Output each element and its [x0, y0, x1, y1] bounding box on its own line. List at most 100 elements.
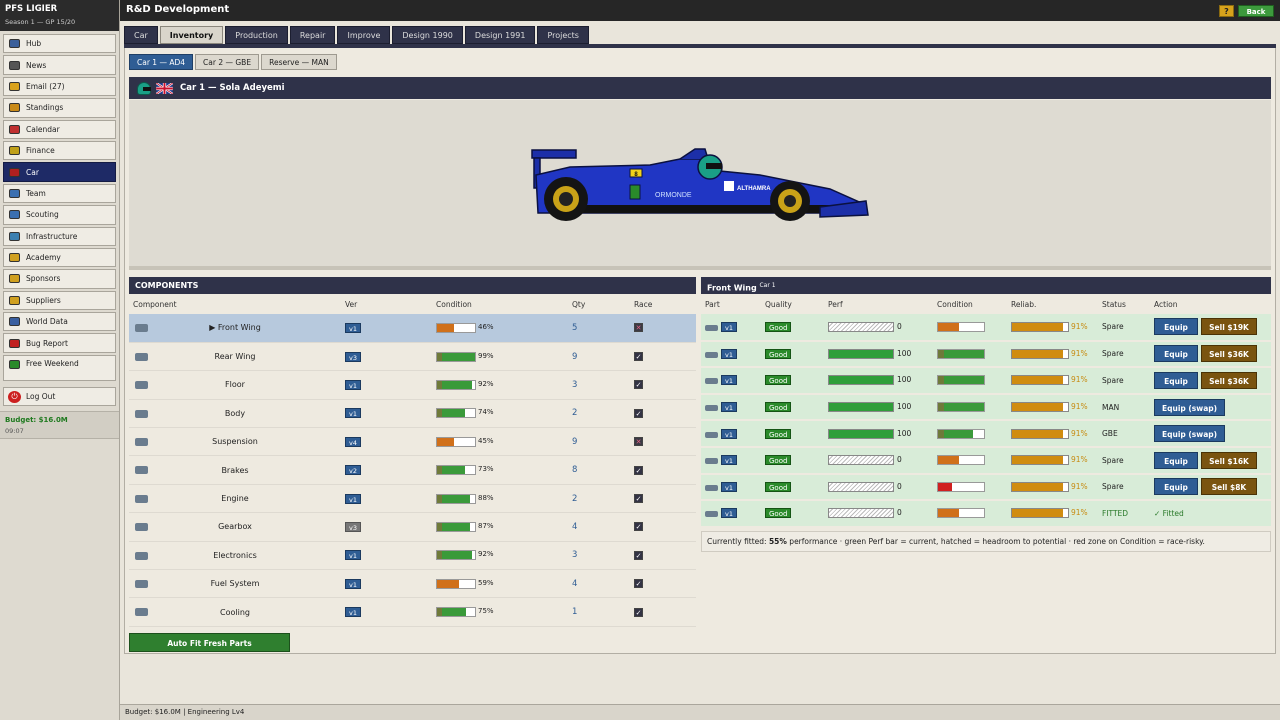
sidebar-item-scouting[interactable]: Scouting [3, 205, 116, 225]
equip-button[interactable]: Equip [1154, 371, 1198, 389]
sidebar-item-sponsors[interactable]: Sponsors [3, 269, 116, 289]
component-row-body[interactable]: Body v1 74% 2 ✓ [129, 399, 696, 429]
sidebar-item-email-27[interactable]: Email (27) [3, 76, 116, 97]
part-row: v1 Good 100 91% GBE Equip (swap) [701, 420, 1271, 448]
sidebar-item-news[interactable]: News [3, 55, 116, 75]
ver-cell: v1 [341, 484, 432, 514]
component-row-brakes[interactable]: Brakes v2 73% 8 ✓ [129, 455, 696, 485]
equip-button[interactable]: Equip [1154, 451, 1198, 469]
tab-production[interactable]: Production [225, 26, 288, 44]
reliability-value: 91% [1071, 348, 1088, 358]
subtab-car-2-gbe[interactable]: Car 2 — GBE [195, 54, 260, 70]
sell-button[interactable]: Sell $36K [1201, 371, 1257, 389]
qty-cell: 2 [568, 484, 630, 514]
equip-button[interactable]: Equip [1154, 478, 1198, 496]
version-badge: v1 [345, 322, 361, 333]
part-cell: v1 [701, 473, 761, 502]
race-checkbox-checked[interactable]: ✓ [634, 579, 643, 589]
sidebar-item-car[interactable]: Car [3, 162, 116, 182]
tab-improve[interactable]: Improve [337, 26, 391, 44]
sidebar-item-log-out[interactable]: ⏻ Log Out [3, 386, 116, 407]
reliability-bar [1011, 348, 1069, 359]
component-row-engine[interactable]: Engine v1 88% 2 ✓ [129, 484, 696, 514]
race-cell: ✓ [630, 399, 696, 429]
subtab-reserve-man[interactable]: Reserve — MAN [261, 54, 337, 70]
sidebar-item-finance[interactable]: Finance [3, 140, 116, 161]
parts-table: Part Quality Perf Condition Reliab. Stat… [701, 294, 1271, 528]
tab-design-1990[interactable]: Design 1990 [392, 26, 463, 44]
condition-percent: 75% [478, 607, 494, 616]
component-cell: Electronics [129, 541, 341, 571]
reliability-bar [1011, 375, 1069, 386]
equip-button[interactable]: Equip [1154, 318, 1198, 336]
tab-design-1991[interactable]: Design 1991 [464, 26, 536, 44]
sidebar-item-bug-report[interactable]: Bug Report [3, 333, 116, 353]
race-checkbox-checked[interactable]: ✓ [634, 352, 643, 362]
tab-projects[interactable]: Projects [537, 26, 589, 44]
component-row-electronics[interactable]: Electronics v1 92% 3 ✓ [129, 541, 696, 571]
perf-value: 0 [897, 321, 902, 331]
race-checkbox-checked[interactable]: ✓ [634, 522, 643, 532]
part-cell: v1 [701, 420, 761, 448]
component-row-suspension[interactable]: Suspension v4 45% 9 ✕ [129, 427, 696, 457]
component-row-rear-wing[interactable]: Rear Wing v3 99% 9 ✓ [129, 342, 696, 372]
component-row-floor[interactable]: Floor v1 92% 3 ✓ [129, 370, 696, 400]
floor-icon [135, 381, 148, 390]
race-checkbox-checked[interactable]: ✓ [634, 465, 643, 475]
sidebar-item-label: Suppliers [26, 295, 61, 305]
col-perf: Perf [828, 299, 843, 309]
sell-button[interactable]: Sell $16K [1201, 451, 1257, 469]
race-cell: ✓ [630, 455, 696, 485]
sidebar-item-suppliers[interactable]: Suppliers [3, 290, 116, 311]
sidebar-item-infrastructure[interactable]: Infrastructure [3, 226, 116, 246]
sidebar-item-calendar[interactable]: Calendar [3, 119, 116, 139]
reliability-value: 91% [1071, 508, 1088, 518]
component-row-fuel-system[interactable]: Fuel System v1 59% 4 ✓ [129, 569, 696, 599]
back-button[interactable]: Back [1238, 5, 1274, 17]
reliability-bar [1011, 321, 1069, 332]
component-row-front-wing[interactable]: ▶ Front Wing v1 46% 5 ✕ [129, 314, 696, 343]
component-row-cooling[interactable]: Cooling v1 75% 1 ✓ [129, 597, 696, 627]
subtab-car-1-ad4[interactable]: Car 1 — AD4 [129, 54, 194, 70]
sidebar-item-hub[interactable]: Hub [3, 34, 116, 54]
tab-inventory[interactable]: Inventory [159, 26, 224, 44]
auto-fit-button[interactable]: Auto Fit Fresh Parts [129, 633, 290, 652]
main-tabs: Car Inventory Production Repair Improve Desig… [124, 26, 591, 44]
race-checkbox-unchecked[interactable]: ✕ [634, 437, 643, 447]
help-button[interactable]: ? [1219, 5, 1234, 17]
race-checkbox-checked[interactable]: ✓ [634, 494, 643, 504]
equip-swap-button[interactable]: Equip (swap) [1154, 398, 1226, 416]
sidebar-item-free-weekend[interactable]: Free Weekend [3, 354, 116, 381]
qty-value: 9 [572, 436, 578, 447]
race-checkbox-checked[interactable]: ✓ [634, 408, 643, 418]
col-race: Race [634, 299, 653, 309]
sidebar-item-standings[interactable]: Standings [3, 98, 116, 118]
race-checkbox-checked[interactable]: ✓ [634, 380, 643, 390]
parts-header-row: Part Quality Perf Condition Reliab. Stat… [701, 294, 1271, 314]
race-checkbox-checked[interactable]: ✓ [634, 550, 643, 560]
version-badge: v1 [721, 455, 737, 466]
condition-bar [937, 481, 985, 492]
perf-bar [828, 402, 894, 413]
sidebar-item-academy[interactable]: Academy [3, 247, 116, 268]
condition-bar [436, 493, 476, 504]
component-name: Gearbox [218, 522, 252, 532]
perf-cell: 0 [824, 500, 933, 528]
component-name: Electronics [213, 550, 257, 560]
sidebar-item-team[interactable]: Team [3, 183, 116, 204]
sidebar-item-world-data[interactable]: World Data [3, 312, 116, 332]
component-name: Rear Wing [214, 352, 256, 362]
race-checkbox-unchecked[interactable]: ✕ [634, 323, 643, 333]
sell-button[interactable]: Sell $8K [1201, 478, 1257, 496]
tab-car[interactable]: Car [124, 26, 158, 44]
sell-button[interactable]: Sell $19K [1201, 318, 1257, 336]
tab-repair[interactable]: Repair [289, 26, 336, 44]
race-checkbox-checked[interactable]: ✓ [634, 607, 643, 617]
equip-button[interactable]: Equip [1154, 345, 1198, 363]
sidebar-item-label: Bug Report [26, 338, 68, 348]
helmet-icon [137, 81, 151, 95]
component-row-gearbox[interactable]: Gearbox v3 87% 4 ✓ [129, 512, 696, 542]
sell-button[interactable]: Sell $36K [1201, 345, 1257, 363]
equip-swap-button[interactable]: Equip (swap) [1154, 425, 1226, 443]
part-row: v1 Good 0 91% Spare Equip Sell $8K [701, 473, 1271, 502]
